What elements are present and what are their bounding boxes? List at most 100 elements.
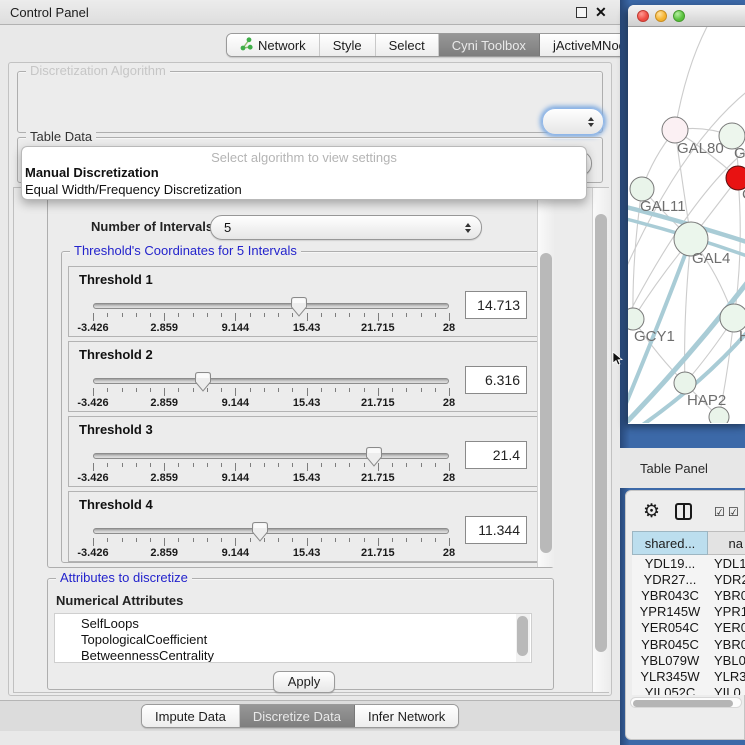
list-item[interactable]: BetweennessCentrality (81, 648, 531, 663)
bottom-tab-bar: Impute Data Discretize Data Infer Networ… (141, 704, 459, 728)
dropdown-item-manual-discretization[interactable]: Manual Discretization (22, 164, 586, 181)
slider-tick-labels: -3.4262.8599.14415.4321.71528 (93, 472, 449, 484)
close-traffic-light-icon[interactable] (637, 10, 649, 22)
table-panel-toolbar: ⚙ ☑ ☑ (626, 499, 745, 527)
tab-impute-data[interactable]: Impute Data (142, 705, 240, 727)
table-panel-header: Table Panel (620, 448, 745, 488)
network-node-label: GA (734, 145, 745, 162)
slider-track[interactable] (93, 453, 449, 459)
table-panel: ⚙ ☑ ☑ shared... na YDL19...YDL1 YDR27...… (625, 490, 745, 740)
threshold-4-row: Threshold 4 -3.4262.8599.14415.4321.7152… (68, 491, 538, 562)
network-icon (240, 37, 253, 54)
threshold-1-slider[interactable]: -3.4262.8599.14415.4321.71528 (93, 297, 449, 335)
table-row[interactable]: YDR27...YDR2 (632, 571, 745, 587)
table-panel-title: Table Panel (640, 461, 708, 476)
network-node-label: HAP2 (687, 392, 726, 409)
close-icon[interactable]: ✕ (595, 4, 607, 21)
panel-title: Control Panel (10, 5, 89, 20)
list-scrollbar[interactable] (516, 614, 530, 662)
group-label: Threshold's Coordinates for 5 Intervals (70, 243, 301, 258)
network-node[interactable] (628, 308, 644, 330)
threshold-label: Threshold 3 (79, 422, 153, 437)
column-header-shared-name[interactable]: shared... (632, 531, 708, 555)
algorithm-combobox[interactable] (542, 108, 604, 135)
horizontal-scrollbar[interactable] (630, 697, 742, 708)
network-node[interactable] (709, 407, 729, 423)
threshold-2-slider[interactable]: -3.4262.8599.14415.4321.71528 (93, 372, 449, 410)
slider-ticks (93, 463, 449, 472)
table-row[interactable]: YDL19...YDL1 (632, 555, 745, 571)
columns-icon[interactable] (675, 503, 692, 520)
tab-select[interactable]: Select (376, 34, 439, 56)
threshold-4-slider[interactable]: -3.4262.8599.14415.4321.71528 (93, 522, 449, 560)
threshold-value-field[interactable]: 6.316 (465, 366, 527, 394)
node-table[interactable]: shared... na YDL19...YDL1 YDR27...YDR2 Y… (632, 531, 745, 695)
threshold-3-slider[interactable]: -3.4262.8599.14415.4321.71528 (93, 447, 449, 485)
inner-scrollbar[interactable] (537, 199, 554, 567)
tab-network[interactable]: Network (227, 34, 320, 56)
tab-infer-network[interactable]: Infer Network (355, 705, 458, 727)
slider-thumb[interactable] (366, 447, 382, 467)
list-item[interactable]: SelfLoops (81, 616, 531, 632)
network-node[interactable] (674, 372, 696, 394)
threshold-value-field[interactable]: 21.4 (465, 441, 527, 469)
list-item[interactable]: TopologicalCoefficient (81, 632, 531, 648)
slider-ticks (93, 388, 449, 397)
tab-style[interactable]: Style (320, 34, 376, 56)
apply-button[interactable]: Apply (273, 671, 335, 693)
network-window-titlebar[interactable] (628, 5, 745, 27)
network-node-label: GCY1 (634, 328, 675, 345)
tab-label: Infer Network (368, 709, 445, 724)
slider-thumb[interactable] (291, 297, 307, 317)
slider-track[interactable] (93, 528, 449, 534)
dropdown-placeholder-item[interactable]: Select algorithm to view settings (22, 147, 586, 164)
threshold-1-row: Threshold 1 -3.4262.8599.14415.4321.7152… (68, 266, 538, 337)
slider-tick-labels: -3.4262.8599.14415.4321.71528 (93, 397, 449, 409)
tab-label: Cyni Toolbox (452, 38, 526, 53)
table-row[interactable]: YIL052CYIL0 (632, 685, 745, 696)
top-tab-bar: Network Style Select Cyni Toolbox jActiv… (226, 33, 664, 57)
table-row[interactable]: YBR045CYBR0 (632, 636, 745, 652)
gear-icon[interactable]: ⚙ (643, 500, 660, 523)
tab-label: Network (258, 38, 306, 53)
table-row[interactable]: YLR345WYLR3 (632, 668, 745, 684)
table-row[interactable]: YPR145WYPR1 (632, 604, 745, 620)
desktop-area: GAL80GACGAL11GAL4GCY1HHAP2 Table Panel ⚙… (620, 0, 745, 745)
mouse-cursor (612, 351, 623, 369)
slider-thumb[interactable] (195, 372, 211, 392)
outer-scrollbar[interactable] (592, 188, 609, 692)
tab-discretize-data[interactable]: Discretize Data (240, 705, 355, 727)
number-of-intervals-combobox[interactable]: 5 (210, 215, 482, 240)
settings-scrollpane: Interval Definition Number of Intervals … (13, 187, 609, 693)
table-row[interactable]: YBL079WYBL0 (632, 652, 745, 668)
number-of-intervals-label: Number of Intervals (91, 219, 213, 234)
thresholds-group: Threshold's Coordinates for 5 Intervals … (61, 251, 543, 563)
checkbox-icon[interactable]: ☑ (714, 505, 725, 519)
float-window-icon[interactable] (576, 7, 587, 18)
dropdown-item-equal-width[interactable]: Equal Width/Frequency Discretization (22, 181, 586, 198)
network-canvas[interactable]: GAL80GACGAL11GAL4GCY1HHAP2 (628, 27, 745, 423)
threshold-label: Threshold 4 (79, 497, 153, 512)
slider-thumb[interactable] (252, 522, 268, 542)
table-row[interactable]: YBR043CYBR0 (632, 587, 745, 603)
threshold-value-field[interactable]: 14.713 (465, 291, 527, 319)
zoom-traffic-light-icon[interactable] (673, 10, 685, 22)
network-node-label: H (739, 328, 745, 345)
numerical-attributes-list[interactable]: SelfLoops TopologicalCoefficient Between… (54, 613, 532, 663)
threshold-value-field[interactable]: 11.344 (465, 516, 527, 544)
column-header-name[interactable]: na (708, 531, 745, 555)
checkbox-icon[interactable]: ☑ (728, 505, 739, 519)
network-window: GAL80GACGAL11GAL4GCY1HHAP2 (628, 5, 745, 424)
threshold-label: Threshold 1 (79, 272, 153, 287)
slider-tick-labels: -3.4262.8599.14415.4321.71528 (93, 547, 449, 559)
slider-track[interactable] (93, 378, 449, 384)
control-panel: Control Panel ✕ Network Style Select Cyn… (0, 0, 620, 745)
tab-cyni-toolbox[interactable]: Cyni Toolbox (439, 34, 540, 56)
table-row[interactable]: YER054CYER0 (632, 620, 745, 636)
minimize-traffic-light-icon[interactable] (655, 10, 667, 22)
group-label: Attributes to discretize (56, 570, 192, 585)
group-label: Discretization Algorithm (26, 63, 170, 78)
network-node-label: GAL11 (640, 198, 686, 215)
slider-track[interactable] (93, 303, 449, 309)
tab-label: Discretize Data (253, 709, 341, 724)
